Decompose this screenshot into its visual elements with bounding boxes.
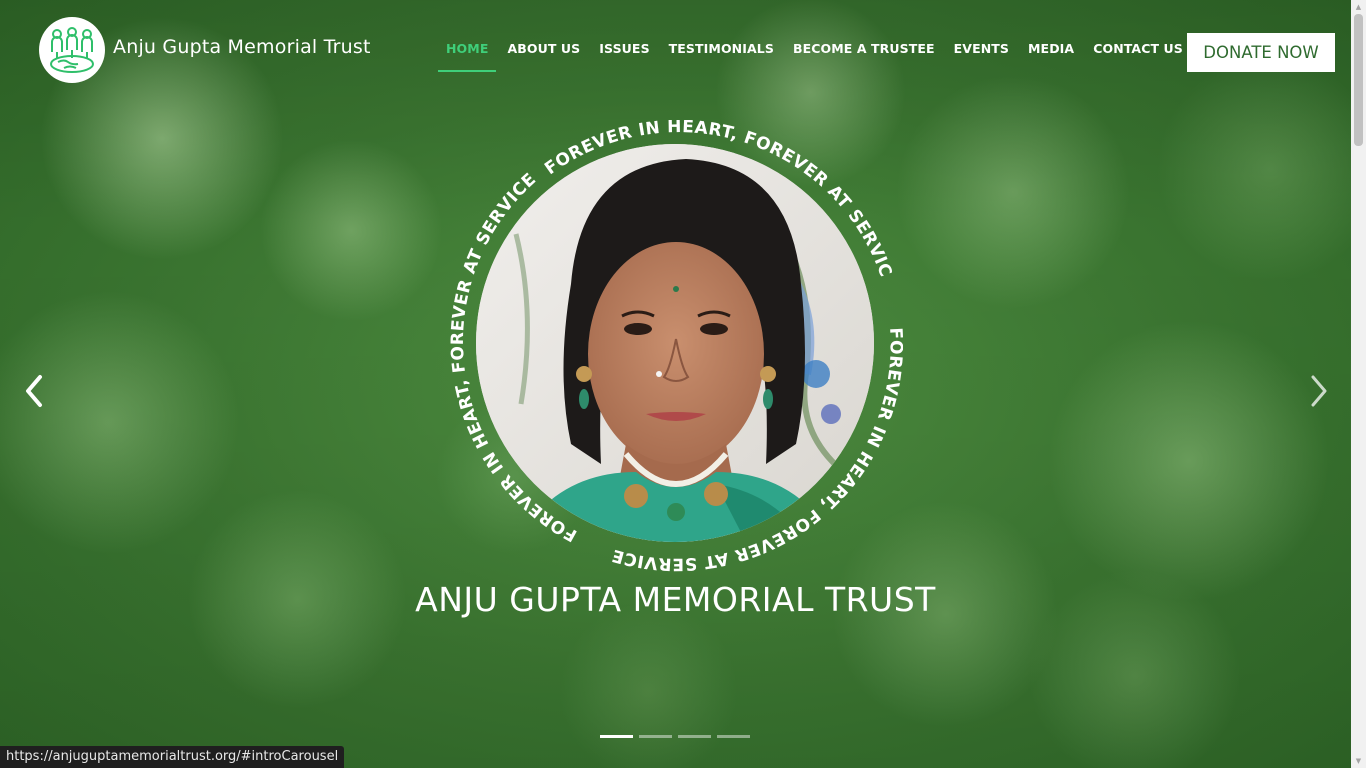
carousel-indicator-3[interactable] xyxy=(678,735,711,738)
nav-events[interactable]: EVENTS xyxy=(946,34,1017,72)
carousel-indicator-2[interactable] xyxy=(639,735,672,738)
nav-home[interactable]: HOME xyxy=(438,34,497,72)
carousel-prev-button[interactable] xyxy=(20,372,50,410)
ring-text-badge: FOREVER IN HEART, FOREVER AT SERVICE FOR… xyxy=(448,120,903,574)
donate-now-button[interactable]: DONATE NOW xyxy=(1187,33,1335,72)
status-bar-url: https://anjuguptamemorialtrust.org/#intr… xyxy=(0,746,345,768)
chevron-right-icon xyxy=(1311,375,1327,407)
scrollbar-thumb[interactable] xyxy=(1354,14,1363,146)
site-header: Anju Gupta Memorial Trust HOME ABOUT US … xyxy=(0,0,1351,100)
carousel-indicator-1[interactable] xyxy=(600,735,633,738)
nav-testimonials[interactable]: TESTIMONIALS xyxy=(661,34,782,72)
people-on-globe-logo-icon xyxy=(50,27,94,73)
ring-text-right: FOREVER IN HEART, FOREVER AT SERVICE xyxy=(610,327,903,574)
scroll-down-arrow-icon[interactable]: ▼ xyxy=(1351,754,1366,768)
nav-media[interactable]: MEDIA xyxy=(1020,34,1082,72)
svg-text:FOREVER IN HEART, FOREVER AT S: FOREVER IN HEART, FOREVER AT SERVICE xyxy=(610,327,903,574)
svg-text:FOREVER IN HEART, FOREVER AT S: FOREVER IN HEART, FOREVER AT SERVICE xyxy=(448,169,580,545)
nav-about-us[interactable]: ABOUT US xyxy=(499,34,588,72)
nav-issues[interactable]: ISSUES xyxy=(591,34,657,72)
brand-name[interactable]: Anju Gupta Memorial Trust xyxy=(113,36,371,58)
hero-title: ANJU GUPTA MEMORIAL TRUST xyxy=(415,580,936,619)
carousel-indicators xyxy=(600,735,756,738)
carousel-indicator-4[interactable] xyxy=(717,735,750,738)
nav-become-a-trustee[interactable]: BECOME A TRUSTEE xyxy=(785,34,943,72)
carousel-next-button[interactable] xyxy=(1303,372,1333,410)
page-scrollbar[interactable]: ▲ ▼ xyxy=(1351,0,1366,768)
main-nav: HOME ABOUT US ISSUES TESTIMONIALS BECOME… xyxy=(438,34,1194,72)
chevron-left-icon xyxy=(26,375,42,407)
logo[interactable] xyxy=(39,17,105,83)
page: Anju Gupta Memorial Trust HOME ABOUT US … xyxy=(0,0,1366,768)
scroll-up-arrow-icon[interactable]: ▲ xyxy=(1351,0,1366,14)
ring-text-left: FOREVER IN HEART, FOREVER AT SERVICE xyxy=(448,169,580,545)
nav-contact-us[interactable]: CONTACT US xyxy=(1085,34,1191,72)
